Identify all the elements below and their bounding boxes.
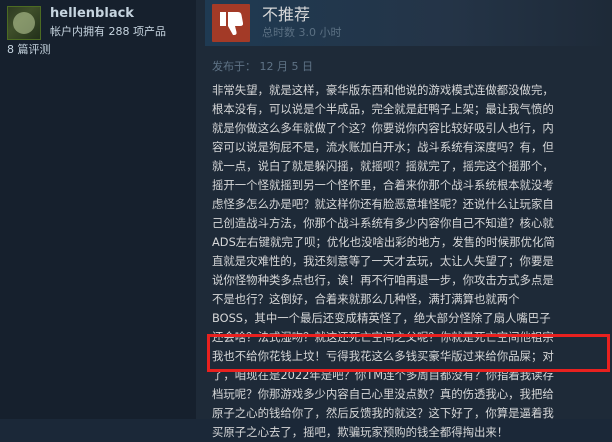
review-line: 买原子之心去了，摇吧，欺骗玩家预购的钱全都得掏出来！: [212, 425, 509, 439]
thumbs-down-icon[interactable]: [212, 4, 250, 42]
products-owned[interactable]: 帐户内拥有 288 项产品: [50, 26, 166, 38]
posted-date: 发布于： 12 月 5 日: [212, 60, 313, 73]
review-line: BOSS，其中一个最后还变成精英怪了，绝大部分怪除了扇人嘴巴子: [212, 311, 551, 325]
review-line: 档玩呢？你那游戏多少内容自己心里没点数？真的伤透我心，我把给: [212, 387, 554, 401]
review-line: 说你怪物种类多点也行，诶！再不行咱再退一步，你攻击方式多点是: [212, 273, 554, 287]
review-line: 己创造战斗方法，你那个战斗系统有多少内容你自己不知道？核心就: [212, 216, 554, 230]
review-line: 摇开一个怪就摇到另一个怪怀里，合着来你那个战斗系统根本就没考: [212, 178, 554, 192]
review-line: 容可以说是狗屁不是，流水账加白开水；战斗系统有深度吗？有，但: [212, 140, 554, 154]
review-line: 就一点，说白了就是躲闪摇，就摇呗？摇就完了，摇完这个摇那个，: [212, 159, 554, 173]
review-line: 原子之心的钱给你了，然后反馈我的就这？这下好了，你算是逼着我: [212, 406, 554, 420]
review-body: 非常失望，就是这样，豪华版东西和他说的游戏模式连做都没做完， 根本没有，可以说是…: [212, 81, 608, 442]
reviewer-panel: [0, 0, 196, 419]
highlight-annotation: [207, 334, 610, 372]
review-line: 虑怪多怎么办是吧？就这样你还有脸恶意堆怪呢？还说什么让玩家自: [212, 197, 554, 211]
review-line: 就是你做这么多年就做了个这？你要说你内容比较好吸引人也行，内: [212, 121, 554, 135]
review-line: 直就是灾难性的，我还刻意等了一天才去玩，太让人失望了；你要是: [212, 254, 554, 268]
reviewer-name[interactable]: hellenblack: [50, 7, 134, 21]
review-line: 根本没有，可以说是个半成品，完全就是赶鸭子上架；最让我气愤的: [212, 102, 554, 116]
avatar[interactable]: [7, 6, 41, 40]
review-line: 不是也行？这倒好，合着来就那么几种怪，满打满算也就两个: [212, 292, 520, 306]
review-count[interactable]: 8 篇评测: [7, 44, 51, 56]
playtime: 总时数 3.0 小时: [262, 26, 342, 39]
review-line: 非常失望，就是这样，豪华版东西和他说的游戏模式连做都没做完，: [212, 83, 554, 97]
review-line: ADS左右键就完了呗；优化也没啥出彩的地方，发售的时候那优化简: [212, 235, 555, 249]
review-verdict[interactable]: 不推荐: [262, 6, 310, 24]
